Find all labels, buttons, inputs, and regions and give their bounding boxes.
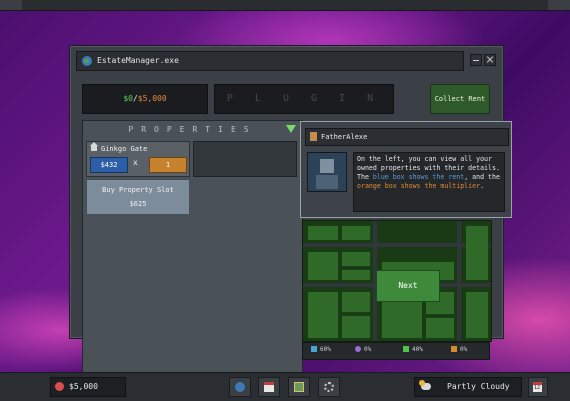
stat-value: 0% bbox=[364, 346, 372, 353]
top-bar-left-button[interactable] bbox=[0, 0, 22, 10]
globe-app-icon[interactable] bbox=[229, 377, 251, 397]
tutorial-dialog: FatherAlexe On the left, you can view al… bbox=[300, 121, 512, 218]
map-block bbox=[341, 225, 371, 241]
portrait-body bbox=[316, 175, 338, 189]
partly-cloudy-icon bbox=[419, 380, 431, 390]
plugins-button[interactable]: P L U G I N S bbox=[214, 84, 394, 132]
buy-slot-price: $625 bbox=[129, 200, 147, 208]
speaker-name: FatherAlexe bbox=[321, 133, 368, 141]
top-bar-right-button[interactable] bbox=[548, 0, 570, 10]
picture-icon bbox=[294, 382, 304, 392]
next-button[interactable]: Next bbox=[376, 270, 440, 302]
stat-money: 40% bbox=[403, 346, 423, 353]
cash-value: $5,000 bbox=[69, 382, 98, 391]
sort-arrow-icon[interactable] bbox=[286, 125, 296, 133]
stat-house: 60% bbox=[311, 346, 331, 353]
globe-icon bbox=[235, 382, 245, 392]
times-sign: x bbox=[133, 158, 138, 167]
weather-text: Partly Cloudy bbox=[447, 382, 510, 391]
map-block bbox=[307, 291, 339, 339]
speaker-portrait bbox=[307, 152, 347, 192]
map-block bbox=[341, 269, 371, 281]
money-current: $0 bbox=[123, 94, 133, 103]
calendar-app-icon[interactable] bbox=[258, 377, 280, 397]
map-block bbox=[465, 291, 489, 339]
stat-value: 40% bbox=[412, 346, 423, 353]
close-button[interactable] bbox=[484, 54, 496, 66]
dialog-highlight-blue: blue box shows the rent bbox=[372, 173, 465, 181]
map-block bbox=[425, 317, 455, 339]
buy-property-slot-button[interactable]: Buy Property Slot $625 bbox=[86, 179, 190, 215]
house-icon bbox=[311, 346, 317, 352]
stat-work: 0% bbox=[451, 346, 467, 353]
property-card[interactable]: Ginkgo Gate $432 x 1 bbox=[86, 141, 190, 177]
stats-bar: 60% 0% 40% 0% bbox=[302, 342, 490, 360]
properties-panel: PROPERTIES Ginkgo Gate $432 x 1 Buy Prop… bbox=[82, 120, 303, 378]
dialog-text: On the left, you can view all your owned… bbox=[353, 152, 505, 212]
gallery-app-icon[interactable] bbox=[288, 377, 310, 397]
collect-rent-button[interactable]: Collect Rent bbox=[430, 84, 490, 114]
top-bar bbox=[0, 0, 570, 11]
coin-icon bbox=[55, 382, 64, 391]
taskbar: $5,000 Partly Cloudy 12 bbox=[0, 372, 570, 401]
map-block bbox=[341, 251, 371, 267]
dialog-text-part: , and the bbox=[464, 173, 500, 181]
multiplier-box: 1 bbox=[149, 157, 187, 173]
window-title: EstateManager.exe bbox=[97, 56, 179, 65]
minimize-button[interactable] bbox=[470, 54, 482, 66]
calendar-button[interactable]: 12 bbox=[528, 377, 548, 397]
map-block bbox=[307, 225, 339, 241]
rent-box: $432 bbox=[90, 157, 128, 173]
stat-value: 60% bbox=[320, 346, 331, 353]
dialog-highlight-orange: orange box shows the multiplier bbox=[357, 182, 481, 190]
buy-slot-label: Buy Property Slot bbox=[102, 186, 174, 194]
map-road bbox=[303, 243, 491, 247]
cash-display: $5,000 bbox=[50, 377, 126, 397]
map-block bbox=[307, 251, 339, 281]
map-road bbox=[457, 221, 461, 341]
money-icon bbox=[403, 346, 409, 352]
window-titlebar[interactable]: EstateManager.exe bbox=[76, 51, 464, 71]
portrait-face bbox=[320, 159, 334, 173]
person-icon bbox=[310, 132, 317, 141]
money-progress: $0/$5,000 bbox=[82, 84, 208, 114]
properties-title: PROPERTIES bbox=[128, 125, 257, 134]
empty-property-slot bbox=[193, 141, 297, 177]
gear-icon bbox=[324, 382, 334, 392]
house-icon bbox=[90, 142, 98, 151]
calendar-icon bbox=[264, 382, 274, 392]
stat-value: 0% bbox=[460, 346, 468, 353]
dialog-header: FatherAlexe bbox=[305, 128, 509, 146]
happiness-icon bbox=[355, 346, 361, 352]
weather-widget: Partly Cloudy bbox=[414, 377, 522, 397]
briefcase-icon bbox=[451, 346, 457, 352]
settings-app-icon[interactable] bbox=[318, 377, 340, 397]
globe-icon bbox=[82, 56, 92, 66]
property-name: Ginkgo Gate bbox=[101, 145, 148, 153]
stat-happiness: 0% bbox=[355, 346, 371, 353]
calendar-day: 12 bbox=[534, 385, 541, 391]
map-block bbox=[465, 225, 489, 281]
money-goal: $5,000 bbox=[137, 94, 167, 103]
map-block bbox=[341, 315, 371, 339]
map-block bbox=[341, 291, 371, 313]
dialog-text-part: . bbox=[480, 182, 485, 190]
